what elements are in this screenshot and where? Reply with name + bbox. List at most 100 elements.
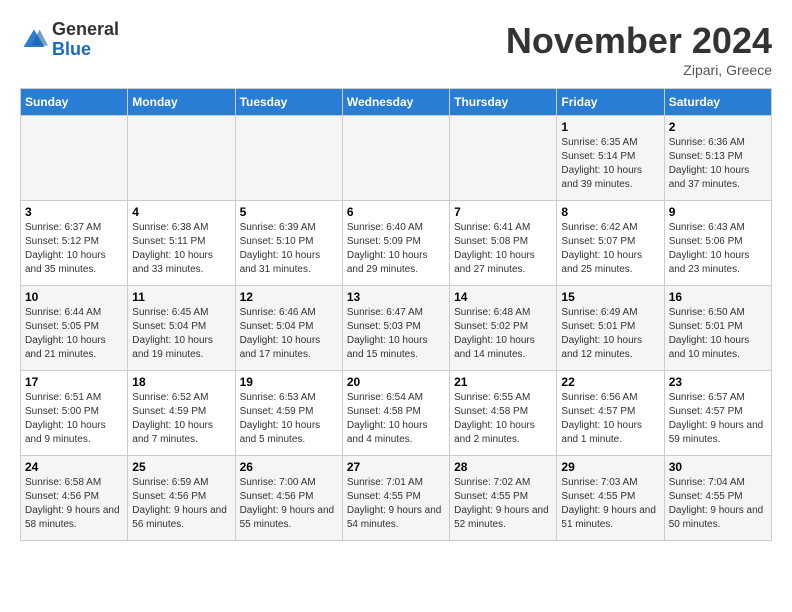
day-cell: 30 Sunrise: 7:04 AM Sunset: 4:55 PM Dayli… [664,456,771,541]
day-info: Sunrise: 6:42 AM Sunset: 5:07 PM Dayligh… [561,221,659,277]
day-info: Sunrise: 6:39 AM Sunset: 5:10 PM Dayligh… [240,221,338,277]
day-cell: 9 Sunrise: 6:43 AM Sunset: 5:06 PM Daylig… [664,201,771,286]
day-cell: 15Sunrise: 6:49 AM Sunset: 5:01 PM Dayli… [557,286,664,371]
day-cell: 7 Sunrise: 6:41 AM Sunset: 5:08 PM Daylig… [450,201,557,286]
day-info: Sunrise: 6:47 AM Sunset: 5:03 PM Dayligh… [347,306,445,362]
week-row-3: 10 Sunrise: 6:44 AM Sunset: 5:05 PM Dayli… [21,286,772,371]
day-cell: 5 Sunrise: 6:39 AM Sunset: 5:10 PM Daylig… [235,201,342,286]
day-cell: 1 Sunrise: 6:35 AM Sunset: 5:14 PM Daylig… [557,116,664,201]
day-cell: 11Sunrise: 6:45 AM Sunset: 5:04 PM Dayli… [128,286,235,371]
day-cell [450,116,557,201]
day-number: 13 [347,290,445,304]
weekday-header-monday: Monday [128,89,235,116]
day-info: Sunrise: 6:36 AM Sunset: 5:13 PM Dayligh… [669,136,767,192]
day-info: Sunrise: 6:44 AM Sunset: 5:05 PM Dayligh… [25,306,123,362]
day-info: Sunrise: 6:58 AM Sunset: 4:56 PM Dayligh… [25,476,123,532]
day-info: Sunrise: 6:53 AM Sunset: 4:59 PM Dayligh… [240,391,338,447]
location-subtitle: Zipari, Greece [506,62,772,78]
day-info: Sunrise: 6:43 AM Sunset: 5:06 PM Dayligh… [669,221,767,277]
day-number: 4 [132,205,230,219]
day-cell: 12 Sunrise: 6:46 AM Sunset: 5:04 PM Dayli… [235,286,342,371]
day-number: 7 [454,205,552,219]
day-info: Sunrise: 6:35 AM Sunset: 5:14 PM Dayligh… [561,136,659,192]
day-number: 9 [669,205,767,219]
day-info: Sunrise: 6:41 AM Sunset: 5:08 PM Dayligh… [454,221,552,277]
day-cell: 14 Sunrise: 6:48 AM Sunset: 5:02 PM Dayli… [450,286,557,371]
day-cell: 13 Sunrise: 6:47 AM Sunset: 5:03 PM Dayli… [342,286,449,371]
day-info: Sunrise: 6:40 AM Sunset: 5:09 PM Dayligh… [347,221,445,277]
day-info: Sunrise: 6:54 AM Sunset: 4:58 PM Dayligh… [347,391,445,447]
day-number: 23 [669,375,767,389]
day-number: 19 [240,375,338,389]
logo-icon [20,26,48,54]
day-cell: 23Sunrise: 6:57 AM Sunset: 4:57 PM Dayli… [664,371,771,456]
day-cell: 26Sunrise: 7:00 AM Sunset: 4:56 PM Dayli… [235,456,342,541]
day-number: 26 [240,460,338,474]
day-cell [342,116,449,201]
weekday-header-friday: Friday [557,89,664,116]
day-number: 24 [25,460,123,474]
day-number: 3 [25,205,123,219]
day-number: 12 [240,290,338,304]
day-info: Sunrise: 7:02 AM Sunset: 4:55 PM Dayligh… [454,476,552,532]
day-cell: 10 Sunrise: 6:44 AM Sunset: 5:05 PM Dayli… [21,286,128,371]
day-number: 27 [347,460,445,474]
weekday-header-tuesday: Tuesday [235,89,342,116]
day-info: Sunrise: 6:46 AM Sunset: 5:04 PM Dayligh… [240,306,338,362]
day-cell [235,116,342,201]
day-cell: 6 Sunrise: 6:40 AM Sunset: 5:09 PM Daylig… [342,201,449,286]
day-cell: 22 Sunrise: 6:56 AM Sunset: 4:57 PM Dayli… [557,371,664,456]
day-cell: 27 Sunrise: 7:01 AM Sunset: 4:55 PM Dayli… [342,456,449,541]
day-number: 8 [561,205,659,219]
day-number: 30 [669,460,767,474]
day-number: 28 [454,460,552,474]
logo: General Blue [20,20,119,60]
day-number: 15 [561,290,659,304]
day-info: Sunrise: 6:51 AM Sunset: 5:00 PM Dayligh… [25,391,123,447]
week-row-5: 24 Sunrise: 6:58 AM Sunset: 4:56 PM Dayli… [21,456,772,541]
day-info: Sunrise: 6:59 AM Sunset: 4:56 PM Dayligh… [132,476,230,532]
weekday-header-wednesday: Wednesday [342,89,449,116]
day-cell: 25 Sunrise: 6:59 AM Sunset: 4:56 PM Dayli… [128,456,235,541]
day-cell: 28 Sunrise: 7:02 AM Sunset: 4:55 PM Dayli… [450,456,557,541]
day-number: 22 [561,375,659,389]
day-cell: 4 Sunrise: 6:38 AM Sunset: 5:11 PM Daylig… [128,201,235,286]
day-cell: 29Sunrise: 7:03 AM Sunset: 4:55 PM Dayli… [557,456,664,541]
day-number: 18 [132,375,230,389]
day-cell: 19 Sunrise: 6:53 AM Sunset: 4:59 PM Dayli… [235,371,342,456]
day-number: 25 [132,460,230,474]
day-cell [128,116,235,201]
day-number: 5 [240,205,338,219]
day-number: 16 [669,290,767,304]
week-row-1: 1 Sunrise: 6:35 AM Sunset: 5:14 PM Daylig… [21,116,772,201]
weekday-header-sunday: Sunday [21,89,128,116]
day-cell: 2 Sunrise: 6:36 AM Sunset: 5:13 PM Daylig… [664,116,771,201]
day-info: Sunrise: 7:01 AM Sunset: 4:55 PM Dayligh… [347,476,445,532]
day-number: 10 [25,290,123,304]
calendar-table: SundayMondayTuesdayWednesdayThursdayFrid… [20,88,772,541]
day-info: Sunrise: 6:48 AM Sunset: 5:02 PM Dayligh… [454,306,552,362]
day-cell: 20Sunrise: 6:54 AM Sunset: 4:58 PM Dayli… [342,371,449,456]
day-cell: 8 Sunrise: 6:42 AM Sunset: 5:07 PM Daylig… [557,201,664,286]
day-info: Sunrise: 6:37 AM Sunset: 5:12 PM Dayligh… [25,221,123,277]
week-row-2: 3 Sunrise: 6:37 AM Sunset: 5:12 PM Daylig… [21,201,772,286]
day-info: Sunrise: 6:38 AM Sunset: 5:11 PM Dayligh… [132,221,230,277]
day-number: 14 [454,290,552,304]
day-number: 2 [669,120,767,134]
day-number: 1 [561,120,659,134]
day-number: 21 [454,375,552,389]
day-info: Sunrise: 7:04 AM Sunset: 4:55 PM Dayligh… [669,476,767,532]
day-number: 6 [347,205,445,219]
day-info: Sunrise: 6:56 AM Sunset: 4:57 PM Dayligh… [561,391,659,447]
logo-blue-text: Blue [52,40,119,60]
week-row-4: 17Sunrise: 6:51 AM Sunset: 5:00 PM Dayli… [21,371,772,456]
day-cell: 3 Sunrise: 6:37 AM Sunset: 5:12 PM Daylig… [21,201,128,286]
day-info: Sunrise: 6:50 AM Sunset: 5:01 PM Dayligh… [669,306,767,362]
day-cell [21,116,128,201]
weekday-header-row: SundayMondayTuesdayWednesdayThursdayFrid… [21,89,772,116]
weekday-header-saturday: Saturday [664,89,771,116]
day-number: 11 [132,290,230,304]
month-title: November 2024 [506,20,772,62]
logo-general-text: General [52,20,119,40]
day-cell: 24 Sunrise: 6:58 AM Sunset: 4:56 PM Dayli… [21,456,128,541]
